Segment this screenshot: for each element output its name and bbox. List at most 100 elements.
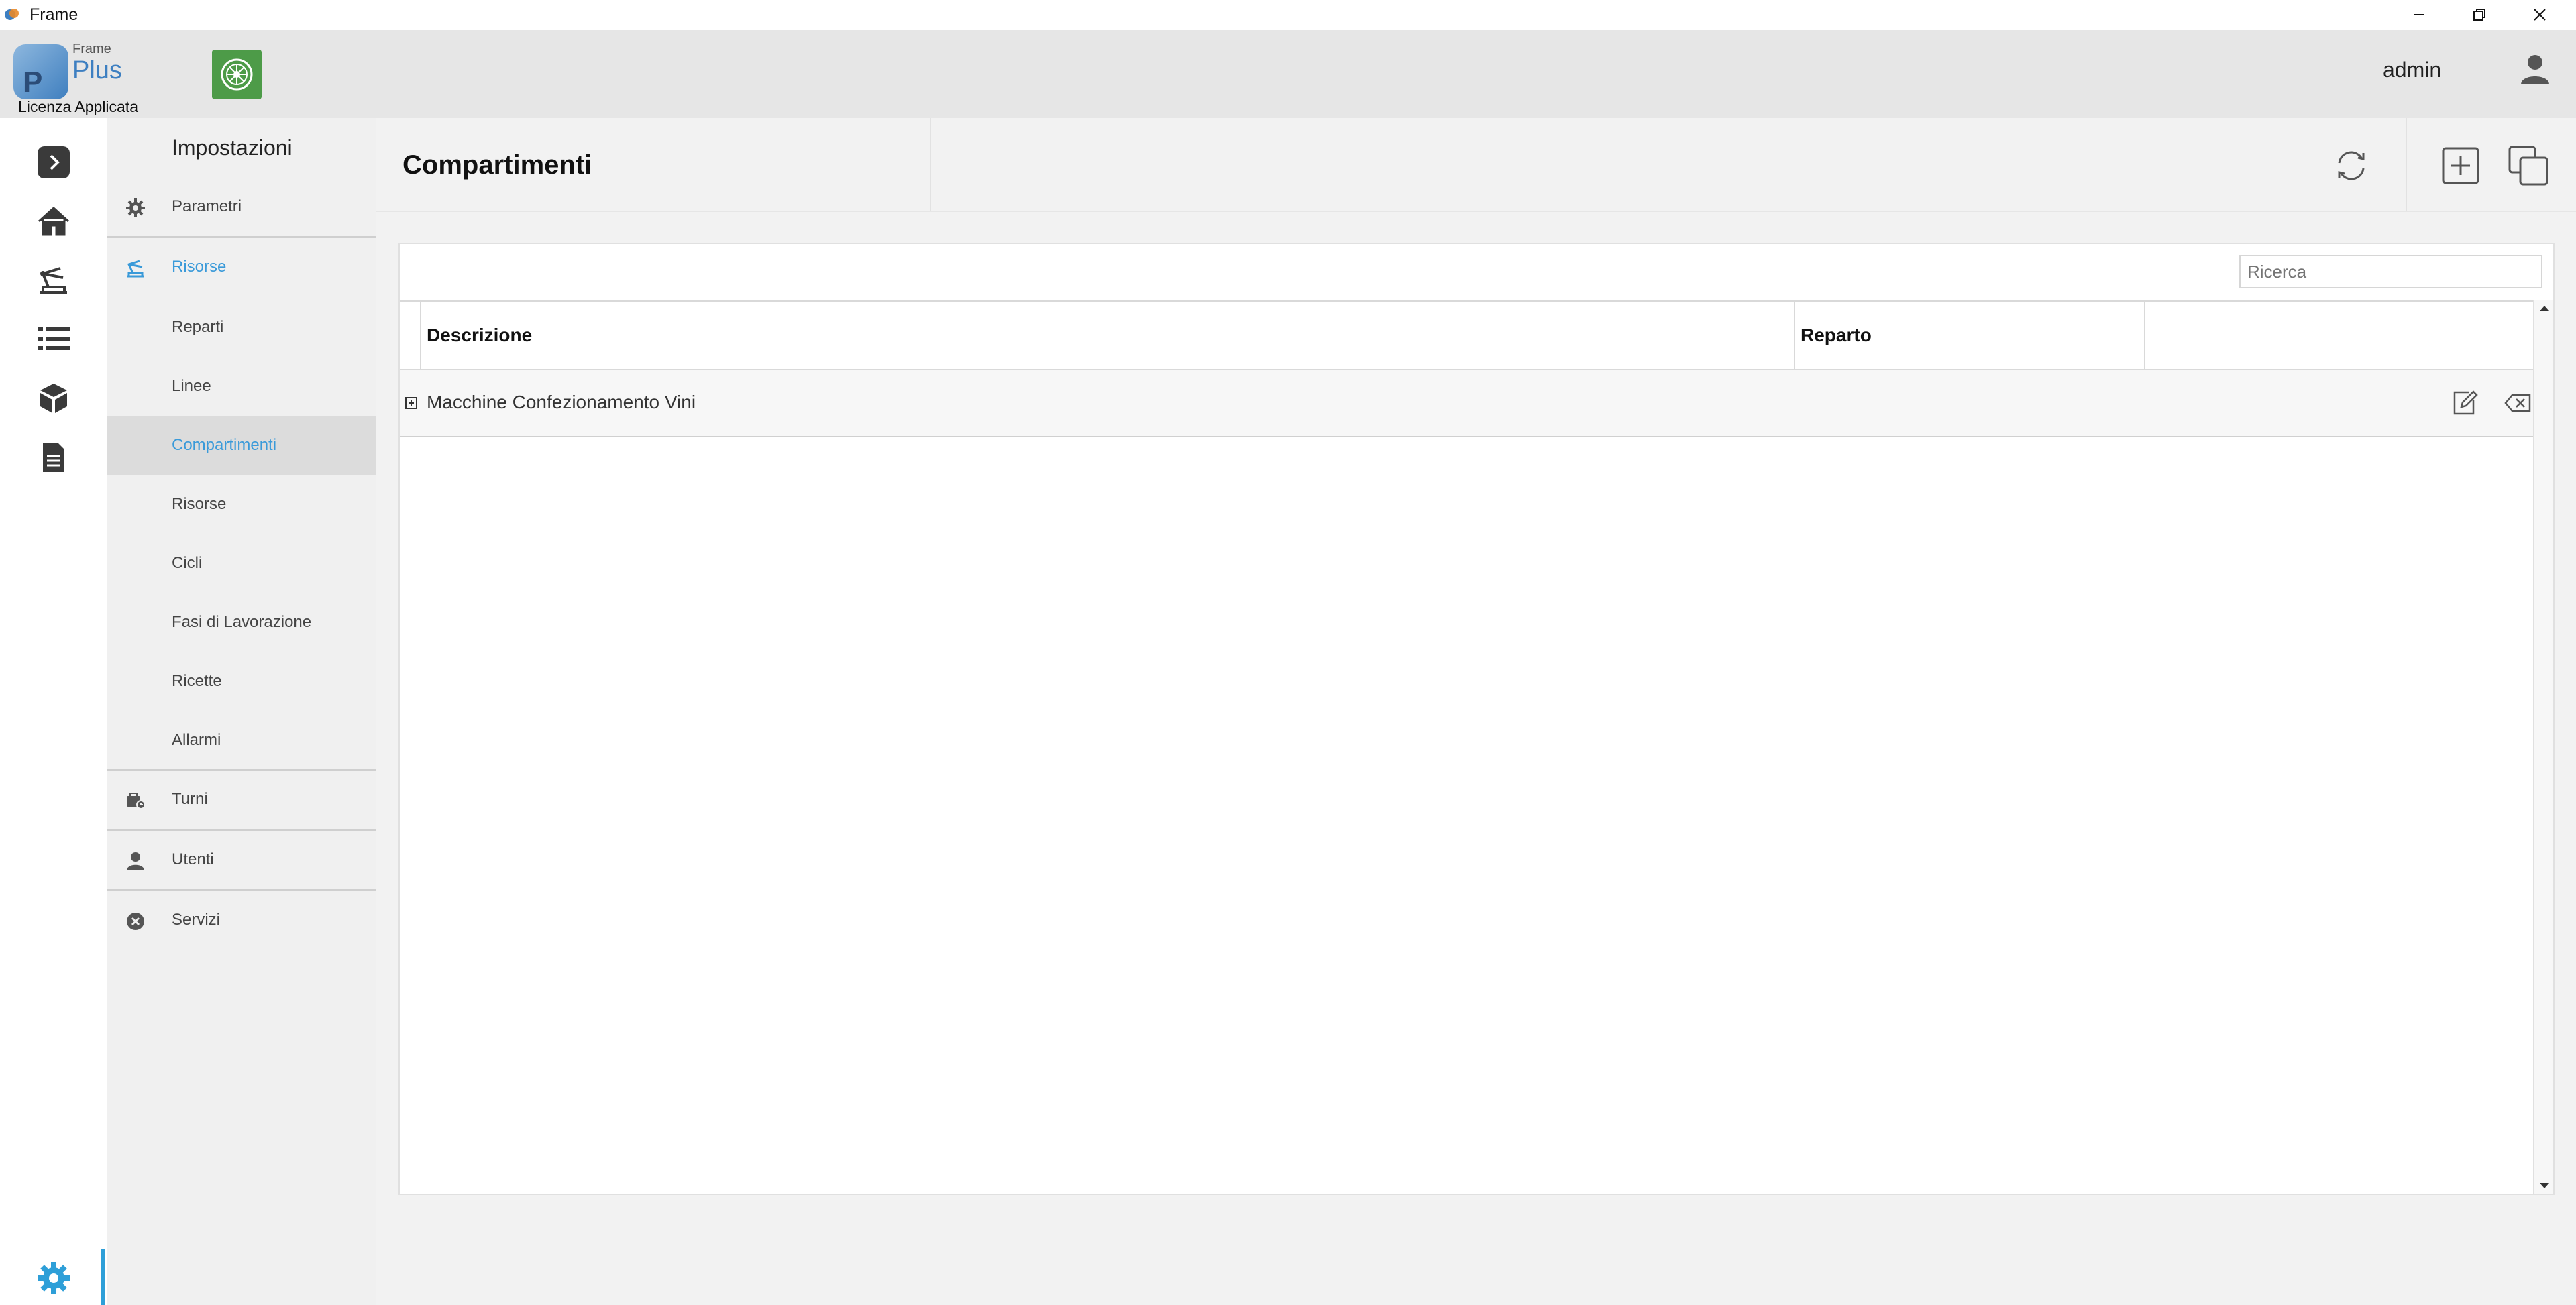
- minimize-button[interactable]: [2389, 0, 2449, 30]
- menu-item-label: Parametri: [172, 197, 242, 215]
- subitem-reparti[interactable]: Reparti: [107, 298, 376, 357]
- subitem-label: Risorse: [172, 495, 227, 513]
- duplicate-icon: [2508, 146, 2548, 186]
- subitem-linee[interactable]: Linee: [107, 357, 376, 416]
- restore-button[interactable]: [2449, 0, 2510, 30]
- subitem-label: Reparti: [172, 318, 224, 336]
- duplicate-button[interactable]: [2505, 142, 2552, 189]
- menu-divider: [107, 769, 376, 771]
- subitem-label: Fasi di Lavorazione: [172, 613, 312, 631]
- row-descrizione: Macchine Confezionamento Vini: [427, 392, 696, 412]
- rail-home-button[interactable]: [35, 203, 72, 240]
- refresh-icon: [2338, 151, 2365, 180]
- add-button[interactable]: [2437, 142, 2484, 189]
- frame-plus-logo: P Frame Plus: [12, 42, 126, 106]
- settings-icon: [38, 1262, 70, 1294]
- rail-expand-button[interactable]: [35, 144, 72, 181]
- logo-plus-text: Plus: [72, 56, 122, 84]
- window-title: Frame: [30, 5, 78, 24]
- menu-item-risorse[interactable]: Risorse: [107, 239, 376, 298]
- page-title: Compartimenti: [402, 150, 592, 180]
- refresh-button[interactable]: [2328, 142, 2375, 189]
- user-icon: [123, 849, 148, 873]
- home-icon: [38, 206, 70, 236]
- settings-menu: Impostazioni Parametri Risorse Reparti L…: [107, 118, 376, 1305]
- close-button[interactable]: [2510, 0, 2570, 30]
- menu-item-label: Turni: [172, 790, 208, 808]
- list-icon: [38, 327, 70, 350]
- rail-settings-button[interactable]: [35, 1259, 72, 1297]
- menu-title: Impostazioni: [172, 135, 292, 160]
- subitem-label: Allarmi: [172, 731, 221, 749]
- search-input[interactable]: [2239, 255, 2542, 288]
- rail-document-button[interactable]: [35, 439, 72, 476]
- edit-row-button[interactable]: [2449, 388, 2479, 418]
- subitem-risorse[interactable]: Risorse: [107, 475, 376, 534]
- toolbar-divider: [2406, 118, 2407, 212]
- menu-item-parametri[interactable]: Parametri: [107, 178, 376, 237]
- license-status: Licenza Applicata: [18, 98, 139, 115]
- restore-icon: [2473, 9, 2485, 21]
- app-icon: [4, 7, 20, 23]
- menu-item-label: Utenti: [172, 850, 214, 868]
- rail-cube-button[interactable]: [35, 380, 72, 417]
- delete-icon: [2504, 394, 2531, 412]
- logo-frame-text: Frame: [72, 42, 111, 56]
- grid-header: Descrizione Reparto: [400, 300, 2533, 370]
- subitem-cicli[interactable]: Cicli: [107, 534, 376, 593]
- column-header-reparto[interactable]: Reparto: [1801, 325, 1872, 346]
- column-header-descrizione[interactable]: Descrizione: [427, 325, 532, 346]
- subitem-allarmi[interactable]: Allarmi: [107, 711, 376, 770]
- scroll-up-icon[interactable]: [2540, 306, 2549, 311]
- table-row[interactable]: Macchine Confezionamento Vini: [400, 370, 2533, 437]
- app-header: P Frame Plus Licenza Applicata admin: [0, 30, 2576, 118]
- subitem-label: Linee: [172, 377, 211, 395]
- minimize-icon: [2414, 14, 2424, 15]
- title-bar: Frame: [0, 0, 2576, 30]
- scroll-down-icon[interactable]: [2540, 1183, 2549, 1188]
- menu-item-turni[interactable]: Turni: [107, 771, 376, 830]
- menu-item-label: Servizi: [172, 911, 221, 929]
- header-divider: [376, 211, 2576, 212]
- expand-icon: [38, 146, 70, 178]
- wheel-icon: [221, 58, 253, 91]
- user-name[interactable]: admin: [2383, 58, 2441, 82]
- menu-item-servizi[interactable]: Servizi: [107, 892, 376, 951]
- main-content: Compartimenti Descrizione Reparto Macchi…: [376, 118, 2576, 1305]
- subitem-label: Ricette: [172, 672, 222, 690]
- add-icon: [2442, 147, 2479, 184]
- subitem-fasi-di-lavorazione[interactable]: Fasi di Lavorazione: [107, 593, 376, 652]
- gear-icon: [123, 196, 148, 220]
- resources-icon: [123, 256, 148, 280]
- close-icon: [2534, 9, 2546, 21]
- title-divider: [930, 118, 931, 212]
- subitem-ricette[interactable]: Ricette: [107, 652, 376, 711]
- services-icon: [123, 909, 148, 933]
- user-icon[interactable]: [2517, 51, 2553, 87]
- menu-divider: [107, 236, 376, 238]
- subitem-label: Cicli: [172, 554, 203, 572]
- grid-scrollbar[interactable]: [2533, 300, 2553, 1194]
- module-button[interactable]: [212, 50, 262, 99]
- rail-machine-button[interactable]: [35, 262, 72, 299]
- icon-rail: [0, 118, 107, 1305]
- subitem-compartimenti[interactable]: Compartimenti: [107, 416, 376, 475]
- delete-row-button[interactable]: [2502, 388, 2533, 418]
- shifts-icon: [123, 789, 148, 813]
- machine-icon: [40, 267, 67, 294]
- column-separator: [420, 302, 421, 369]
- active-rail-indicator: [101, 1249, 105, 1305]
- menu-divider: [107, 889, 376, 891]
- edit-icon: [2453, 390, 2478, 415]
- grid-panel: Descrizione Reparto Macchine Confezionam…: [398, 243, 2555, 1195]
- menu-item-utenti[interactable]: Utenti: [107, 832, 376, 891]
- expand-row-icon[interactable]: [405, 397, 417, 409]
- rail-list-button[interactable]: [35, 321, 72, 358]
- subitem-label: Compartimenti: [172, 436, 277, 454]
- document-icon: [43, 443, 64, 472]
- menu-item-label: Risorse: [172, 258, 227, 276]
- cube-icon: [40, 384, 67, 413]
- column-separator: [1794, 302, 1795, 369]
- menu-divider: [107, 829, 376, 831]
- column-separator: [2144, 302, 2145, 369]
